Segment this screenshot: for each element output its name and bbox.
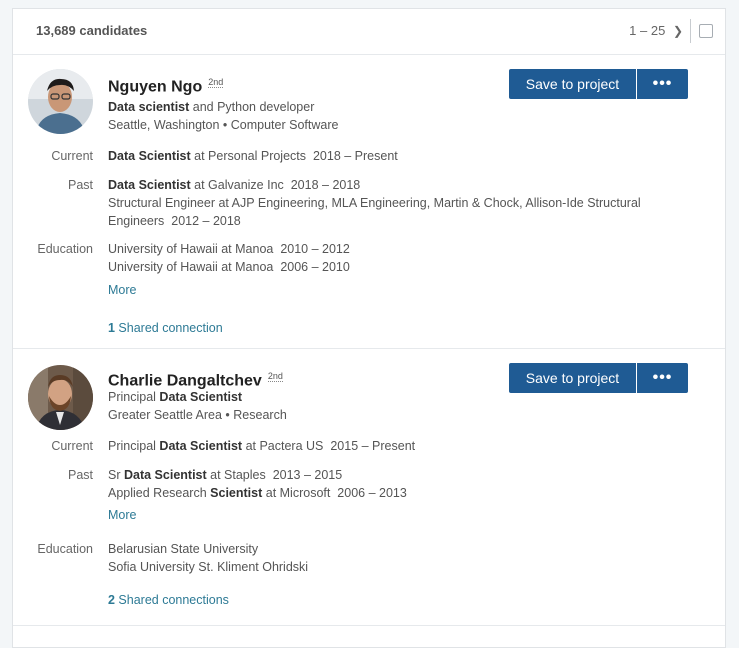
more-link[interactable]: More (108, 283, 136, 297)
pagination[interactable]: 1 – 25 ❯ (629, 23, 683, 38)
headline: Principal Data Scientist (108, 390, 243, 404)
past-position: Applied Research Scientist at Microsoft … (108, 486, 407, 500)
search-results-panel: 13,689 candidates 1 – 25 ❯ Nguyen Ngo 2nd… (12, 8, 726, 648)
connection-degree: 2nd (267, 371, 283, 382)
shared-connections-link[interactable]: 1 Shared connection (108, 321, 223, 335)
current-label: Current (51, 439, 93, 453)
card-actions: Save to project ••• (509, 69, 688, 99)
education-entry: Sofia University St. Kliment Ohridski (108, 560, 309, 574)
current-label: Current (51, 149, 93, 163)
candidate-card: Charlie Dangaltchev 2nd Principal Data Sc… (13, 349, 725, 626)
candidate-name[interactable]: Nguyen Ngo 2nd (108, 77, 224, 96)
divider (690, 19, 691, 43)
education-label: Education (37, 242, 93, 256)
profile-photo-icon (28, 365, 93, 430)
connection-degree: 2nd (208, 77, 224, 88)
candidate-name[interactable]: Charlie Dangaltchev 2nd (108, 371, 283, 390)
candidate-count: 13,689 candidates (36, 23, 148, 38)
avatar[interactable] (28, 365, 93, 430)
past-position: Data Scientist at Galvanize Inc 2018 – 2… (108, 178, 361, 192)
avatar[interactable] (28, 69, 93, 134)
select-all-checkbox[interactable] (699, 24, 713, 38)
save-to-project-button[interactable]: Save to project (509, 363, 636, 393)
education-entry: Belarusian State University (108, 542, 259, 556)
page-range: 1 – 25 (629, 23, 666, 38)
current-position: Data Scientist at Personal Projects 2018… (108, 149, 398, 163)
location-industry: Seattle, Washington • Computer Software (108, 118, 339, 132)
location-industry: Greater Seattle Area • Research (108, 408, 287, 422)
headline: Data scientist and Python developer (108, 100, 315, 114)
education-entry: University of Hawaii at Manoa 2006 – 201… (108, 260, 350, 274)
results-header: 13,689 candidates 1 – 25 ❯ (13, 9, 725, 55)
more-link[interactable]: More (108, 508, 136, 522)
candidate-card: Nguyen Ngo 2nd Data scientist and Python … (13, 55, 725, 349)
shared-connections-link[interactable]: 2 Shared connections (108, 593, 229, 607)
past-label: Past (67, 178, 93, 192)
save-to-project-button[interactable]: Save to project (509, 69, 636, 99)
current-position: Principal Data Scientist at Pactera US 2… (108, 439, 416, 453)
more-actions-button[interactable]: ••• (637, 363, 688, 393)
education-label: Education (37, 542, 93, 556)
past-position-cont: Engineers 2012 – 2018 (108, 214, 241, 228)
past-label: Past (67, 468, 93, 482)
past-position: Sr Data Scientist at Staples 2013 – 2015 (108, 468, 343, 482)
education-entry: University of Hawaii at Manoa 2010 – 201… (108, 242, 350, 256)
more-actions-button[interactable]: ••• (637, 69, 688, 99)
chevron-right-icon[interactable]: ❯ (673, 24, 683, 38)
past-position: Structural Engineer at AJP Engineering, … (108, 196, 641, 210)
profile-photo-icon (28, 69, 93, 134)
card-actions: Save to project ••• (509, 363, 688, 393)
